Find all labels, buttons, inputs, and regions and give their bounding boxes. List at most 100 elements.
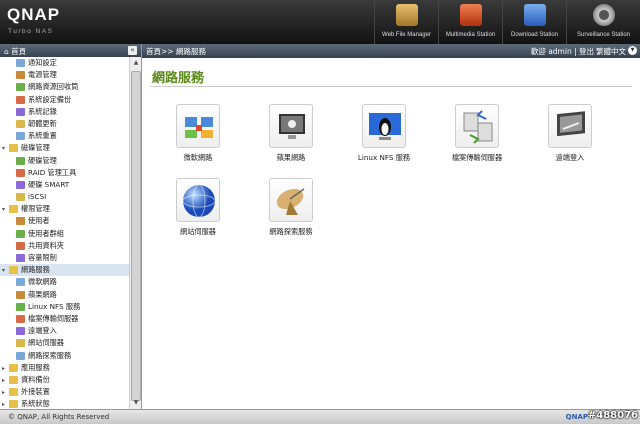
- watermark-tag: #488076: [587, 410, 638, 421]
- tree-item[interactable]: 通知設定: [0, 57, 129, 69]
- scroll-up-icon[interactable]: ▲: [130, 57, 142, 69]
- multimedia-station-icon: [459, 4, 482, 26]
- tile-linux-nfs[interactable]: Linux NFS 服務: [339, 104, 429, 163]
- tree-item[interactable]: 系統記錄: [0, 106, 129, 118]
- item-icon: [16, 180, 25, 189]
- title-divider: [150, 86, 632, 87]
- tree-item[interactable]: 網路資源回收筒: [0, 81, 129, 93]
- tree-item[interactable]: RAID 管理工具: [0, 167, 129, 179]
- apple-network-icon: [269, 104, 313, 148]
- tree-item[interactable]: 硬碟 SMART: [0, 179, 129, 191]
- sidebar-scrollbar[interactable]: ▲ ▼: [129, 57, 141, 409]
- tile-ftp-server[interactable]: 檔案傳輸伺服器: [432, 104, 522, 163]
- tree-label: 硬碟 SMART: [28, 179, 70, 189]
- tree-item[interactable]: 檔案傳輸伺服器: [0, 313, 129, 325]
- tree-label: 系統重置: [28, 131, 57, 141]
- tree-label: 韌體更新: [28, 118, 57, 128]
- tree-item[interactable]: 使用者群組: [0, 228, 129, 240]
- chevron-down-icon[interactable]: ▼: [628, 46, 637, 55]
- tile-network-discovery[interactable]: 網路探索服務: [246, 178, 336, 237]
- tile-microsoft-network[interactable]: 微軟網路: [153, 104, 243, 163]
- ftp-server-icon: [455, 104, 499, 148]
- download-station-button[interactable]: Download Station: [502, 0, 566, 44]
- tree-label: 電源管理: [28, 70, 57, 80]
- tree-item[interactable]: 系統重置: [0, 130, 129, 142]
- tree-item[interactable]: 系統設定備份: [0, 94, 129, 106]
- tree-label: 硬碟管理: [28, 155, 57, 165]
- tree-label: 檔案傳輸伺服器: [28, 313, 79, 323]
- tree-group[interactable]: ▾ 權限管理: [0, 203, 129, 215]
- item-icon: [16, 132, 25, 141]
- language-select[interactable]: 繁體中文: [596, 46, 626, 57]
- web-file-manager-icon: [395, 4, 418, 26]
- folder-icon: [9, 144, 18, 153]
- folder-icon: [9, 388, 18, 397]
- item-icon: [16, 302, 25, 311]
- tree-label: 資料備份: [21, 374, 50, 384]
- item-icon: [16, 119, 25, 128]
- tree-label: Linux NFS 服務: [28, 301, 81, 311]
- tree-label: RAID 管理工具: [28, 167, 77, 177]
- web-file-manager-button[interactable]: Web File Manager: [374, 0, 438, 44]
- tree-label: 系統狀態: [21, 399, 50, 409]
- tree-group[interactable]: ▾ 磁碟管理: [0, 142, 129, 154]
- tree-label: 蘋果網路: [28, 289, 57, 299]
- tree-item[interactable]: iSCSI: [0, 191, 129, 203]
- tree-label: 通知設定: [28, 58, 57, 67]
- tree-item[interactable]: 遠端登入: [0, 325, 129, 337]
- folder-icon: [9, 363, 18, 372]
- scroll-down-icon[interactable]: ▼: [130, 397, 142, 409]
- home-icon: ⌂: [4, 47, 9, 56]
- item-icon: [16, 229, 25, 238]
- collapse-sidebar-button[interactable]: «: [128, 46, 137, 55]
- tree-item[interactable]: 微軟網路: [0, 276, 129, 288]
- tree-item[interactable]: 容量限制: [0, 252, 129, 264]
- footer-brand: QNAP: [565, 413, 588, 421]
- item-icon: [16, 278, 25, 287]
- tree-item[interactable]: 網站伺服器: [0, 337, 129, 349]
- tile-remote-login[interactable]: 遠端登入: [525, 104, 615, 163]
- tree-group[interactable]: ▾ 網路服務: [0, 264, 129, 277]
- tree-item[interactable]: 網路探索服務: [0, 350, 129, 362]
- network-discovery-icon: [269, 178, 313, 222]
- item-icon: [16, 83, 25, 92]
- tree-item[interactable]: 韌體更新: [0, 118, 129, 130]
- tile-web-server[interactable]: 網站伺服器: [153, 178, 243, 237]
- breadcrumb[interactable]: 首頁>> 網路服務: [146, 46, 206, 57]
- tree-group[interactable]: ▸ 資料備份: [0, 374, 129, 386]
- collapsed-arrow-icon[interactable]: ▸: [2, 399, 9, 409]
- tree-item[interactable]: 蘋果網路: [0, 289, 129, 301]
- folder-icon: [9, 400, 18, 409]
- tree-label: 系統設定備份: [28, 94, 72, 104]
- sidebar: ⌂ 首頁 « 通知設定電源管理 網路資源回收筒 系統設定備份系統記錄 韌體更新系統重置…: [0, 44, 142, 409]
- folder-icon: [9, 375, 18, 384]
- tree-item[interactable]: 硬碟管理: [0, 155, 129, 167]
- item-icon: [16, 95, 25, 104]
- tree-label: 磁碟管理: [21, 143, 50, 153]
- tree-label: 外接裝置: [21, 387, 50, 397]
- download-station-icon: [523, 4, 546, 26]
- tree-item[interactable]: 共用資料夾: [0, 240, 129, 252]
- tree-item[interactable]: 電源管理: [0, 69, 129, 81]
- tree-item[interactable]: Linux NFS 服務: [0, 301, 129, 313]
- footer: © QNAP, All Rights Reserved QNAP #488076: [0, 409, 640, 424]
- qnap-logo: QNAP: [7, 5, 61, 24]
- surveillance-station-button[interactable]: Surveillance Station: [566, 0, 640, 44]
- tree-label: 共用資料夾: [28, 240, 64, 250]
- tree-item[interactable]: 使用者: [0, 215, 129, 227]
- sidebar-header: ⌂ 首頁 «: [0, 44, 141, 57]
- user-logout-link[interactable]: 歡迎 admin | 登出: [531, 46, 594, 57]
- multimedia-station-button[interactable]: Multimedia Station: [438, 0, 502, 44]
- scrollbar-thumb[interactable]: [131, 71, 141, 401]
- main-content: 網路服務 微軟網路 蘋果網路 Linux NFS 服務 檔案傳輸伺服器 遠端登入: [142, 58, 640, 409]
- tree-group[interactable]: ▸ 應用服務: [0, 362, 129, 374]
- tile-apple-network[interactable]: 蘋果網路: [246, 104, 336, 163]
- logo-subtitle: Turbo NAS: [8, 28, 54, 35]
- item-icon: [16, 290, 25, 299]
- tree-label: 網路探索服務: [28, 350, 72, 360]
- web-server-icon: [176, 178, 220, 222]
- item-icon: [16, 59, 25, 67]
- tree-group[interactable]: ▸ 外接裝置: [0, 386, 129, 398]
- tree-group[interactable]: ▸ 系統狀態: [0, 398, 129, 409]
- sidebar-title: 首頁: [11, 47, 27, 56]
